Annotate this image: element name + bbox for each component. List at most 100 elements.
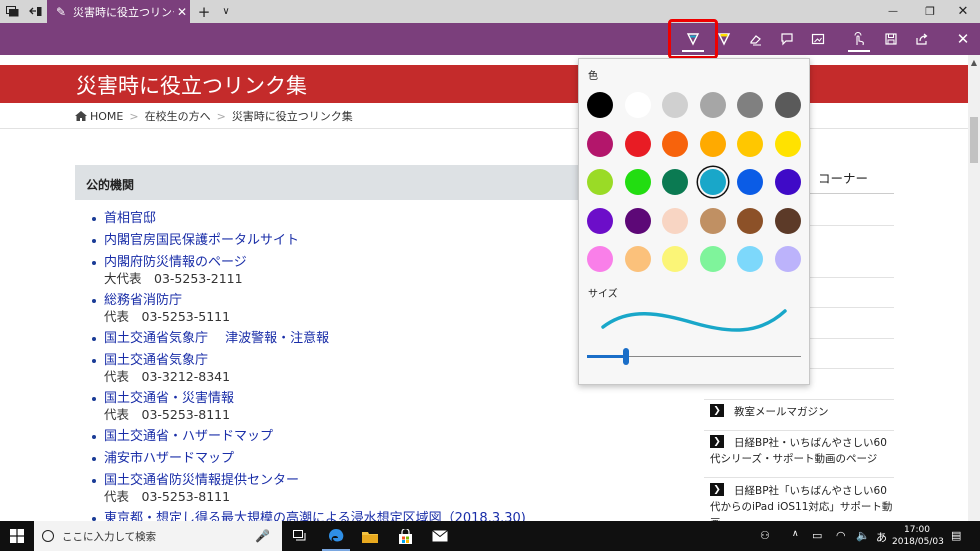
exit-inking-button[interactable]: ✕ [948, 23, 978, 55]
link-text[interactable]: 東京都・想定し得る最大規模の高潮による浸水想定区域図（2018.3.30) [104, 511, 592, 521]
color-swatch-selected[interactable] [699, 169, 726, 195]
color-swatch[interactable] [624, 130, 651, 157]
link-text[interactable]: 国土交通省気象庁 [104, 353, 592, 369]
file-explorer-icon[interactable] [354, 521, 386, 551]
link-text[interactable]: 国土交通省・災害情報 [104, 391, 592, 407]
minimize-button[interactable]: — [876, 0, 910, 23]
edge-browser-icon[interactable] [320, 521, 352, 551]
link-text[interactable]: 総務省消防庁 [104, 293, 592, 309]
clip-icon[interactable] [803, 23, 833, 55]
people-icon[interactable]: ⚇ [760, 529, 770, 542]
color-swatch[interactable] [737, 130, 763, 157]
link-text[interactable]: 内閣官房国民保護ポータルサイト [104, 233, 592, 249]
scroll-up-icon[interactable]: ▲ [968, 55, 980, 69]
color-swatch[interactable] [737, 92, 763, 118]
color-swatch[interactable] [737, 246, 763, 272]
color-swatch[interactable] [774, 246, 801, 272]
color-swatch[interactable] [587, 169, 613, 195]
task-view-icon[interactable] [284, 521, 316, 551]
taskbar-clock[interactable]: 17:00 2018/05/03 [892, 524, 944, 548]
tab-actions-icon[interactable] [2, 0, 22, 23]
color-swatch[interactable] [699, 207, 726, 234]
size-slider-fill [587, 355, 626, 358]
size-slider-thumb[interactable] [623, 348, 629, 365]
breadcrumb-home-link[interactable]: HOME [90, 110, 123, 123]
link-phone: 代表 03-5253-8111 [104, 489, 231, 504]
new-tab-button[interactable]: + [195, 0, 213, 23]
link-item: 国土交通省気象庁 津波警報・注意報 [92, 331, 592, 347]
link-phone: 代表 03-5253-5111 [104, 309, 231, 324]
bullet-icon [92, 359, 96, 363]
breadcrumb-current-students-link[interactable]: 在校生の方へ [145, 108, 211, 124]
color-swatch[interactable] [662, 92, 688, 118]
color-swatch[interactable] [587, 130, 613, 157]
tab-close-button[interactable]: ✕ [174, 5, 190, 19]
color-swatch[interactable] [737, 169, 763, 195]
color-swatch[interactable] [774, 92, 801, 118]
stroke-size-preview [601, 309, 787, 332]
store-icon[interactable] [389, 521, 421, 551]
breadcrumb-current-page: 災害時に役立つリンク集 [231, 110, 353, 123]
add-note-icon[interactable] [772, 23, 802, 55]
color-swatch[interactable] [662, 246, 688, 272]
tab-active[interactable]: ✎ 災害時に役立つリンク集 | ✕ [47, 0, 190, 23]
battery-icon[interactable]: ▭ [812, 529, 822, 542]
taskbar-search-placeholder: ここに入力して検索 [62, 530, 157, 543]
mail-icon[interactable] [424, 521, 456, 551]
volume-icon[interactable]: 🔈 [856, 529, 870, 542]
color-swatch[interactable] [774, 169, 801, 195]
color-swatch[interactable] [587, 92, 613, 118]
taskbar: ここに入力して検索 🎤 ⚇ ∧ ▭ ◠ 🔈 あ 17:00 2018/05/03… [0, 521, 980, 551]
restore-button[interactable]: ❐ [913, 0, 947, 23]
web-page: 災害時に役立つリンク集 HOME > 在校生の方へ > 災害時に役立つリンク集 … [0, 55, 968, 521]
page-title: 災害時に役立つリンク集 [76, 74, 307, 98]
link-text[interactable]: 浦安市ハザードマップ [104, 451, 592, 467]
color-swatch[interactable] [774, 207, 801, 234]
bullet-icon [92, 435, 96, 439]
wifi-icon[interactable]: ◠ [836, 529, 846, 542]
microphone-icon[interactable]: 🎤 [255, 529, 270, 543]
windows-start-icon[interactable] [0, 521, 34, 551]
color-swatch[interactable] [662, 207, 688, 234]
taskbar-search-box[interactable]: ここに入力して検索 🎤 [34, 521, 282, 551]
color-swatch[interactable] [737, 207, 763, 234]
sidebar-item[interactable]: ❯ 日経BP社・いちばんやさしい60 代シリーズ・サポート動画のページ [704, 432, 894, 478]
color-swatch[interactable] [774, 130, 801, 157]
save-ink-icon[interactable] [876, 23, 906, 55]
close-window-button[interactable]: ✕ [946, 0, 980, 23]
show-hidden-icons-chevron-icon[interactable]: ∧ [792, 529, 799, 539]
size-label: サイズ [588, 289, 618, 300]
title-banner: 災害時に役立つリンク集 [0, 65, 968, 103]
color-swatch[interactable] [624, 92, 651, 118]
eraser-icon[interactable] [741, 23, 771, 55]
link-text[interactable]: 首相官邸 [104, 211, 592, 227]
size-slider[interactable] [587, 346, 801, 366]
bullet-icon [92, 239, 96, 243]
color-swatch[interactable] [624, 169, 651, 195]
color-swatch[interactable] [699, 246, 726, 272]
tab-list-button[interactable]: ∨ [217, 0, 235, 23]
sidebar-item[interactable]: ❯ 日経BP社「いちばんやさしい60 代からのiPad iOS11対応」サポート動画 [704, 480, 894, 521]
touch-writing-icon[interactable] [844, 23, 874, 55]
link-text[interactable]: 国土交通省・ハザードマップ [104, 429, 592, 445]
sidebar-item[interactable]: ❯ 教室メールマガジン [704, 401, 894, 431]
ime-mode-icon[interactable]: あ [876, 529, 887, 545]
color-swatch[interactable] [699, 92, 726, 118]
set-aside-tabs-icon[interactable] [25, 0, 45, 23]
color-swatch[interactable] [587, 207, 613, 234]
link-text[interactable]: 国土交通省気象庁 津波警報・注意報 [104, 331, 592, 347]
color-swatch[interactable] [624, 207, 651, 234]
link-text[interactable]: 内閣府防災情報のページ [104, 255, 592, 271]
color-swatch[interactable] [624, 246, 651, 272]
scroll-thumb[interactable] [970, 117, 978, 163]
link-text[interactable]: 国土交通省防災情報提供センター [104, 473, 592, 489]
color-swatch[interactable] [662, 169, 688, 195]
share-icon[interactable] [907, 23, 937, 55]
action-center-icon[interactable]: ▤ [951, 529, 961, 542]
link-phone: 代表 03-5253-8111 [104, 407, 231, 422]
color-swatch[interactable] [662, 130, 688, 157]
color-swatch[interactable] [699, 130, 726, 157]
color-swatch[interactable] [587, 246, 613, 272]
sidebar-item-label: 日経BP社「いちばんやさしい60 [734, 485, 887, 497]
vertical-scrollbar[interactable]: ▲ [968, 55, 980, 521]
